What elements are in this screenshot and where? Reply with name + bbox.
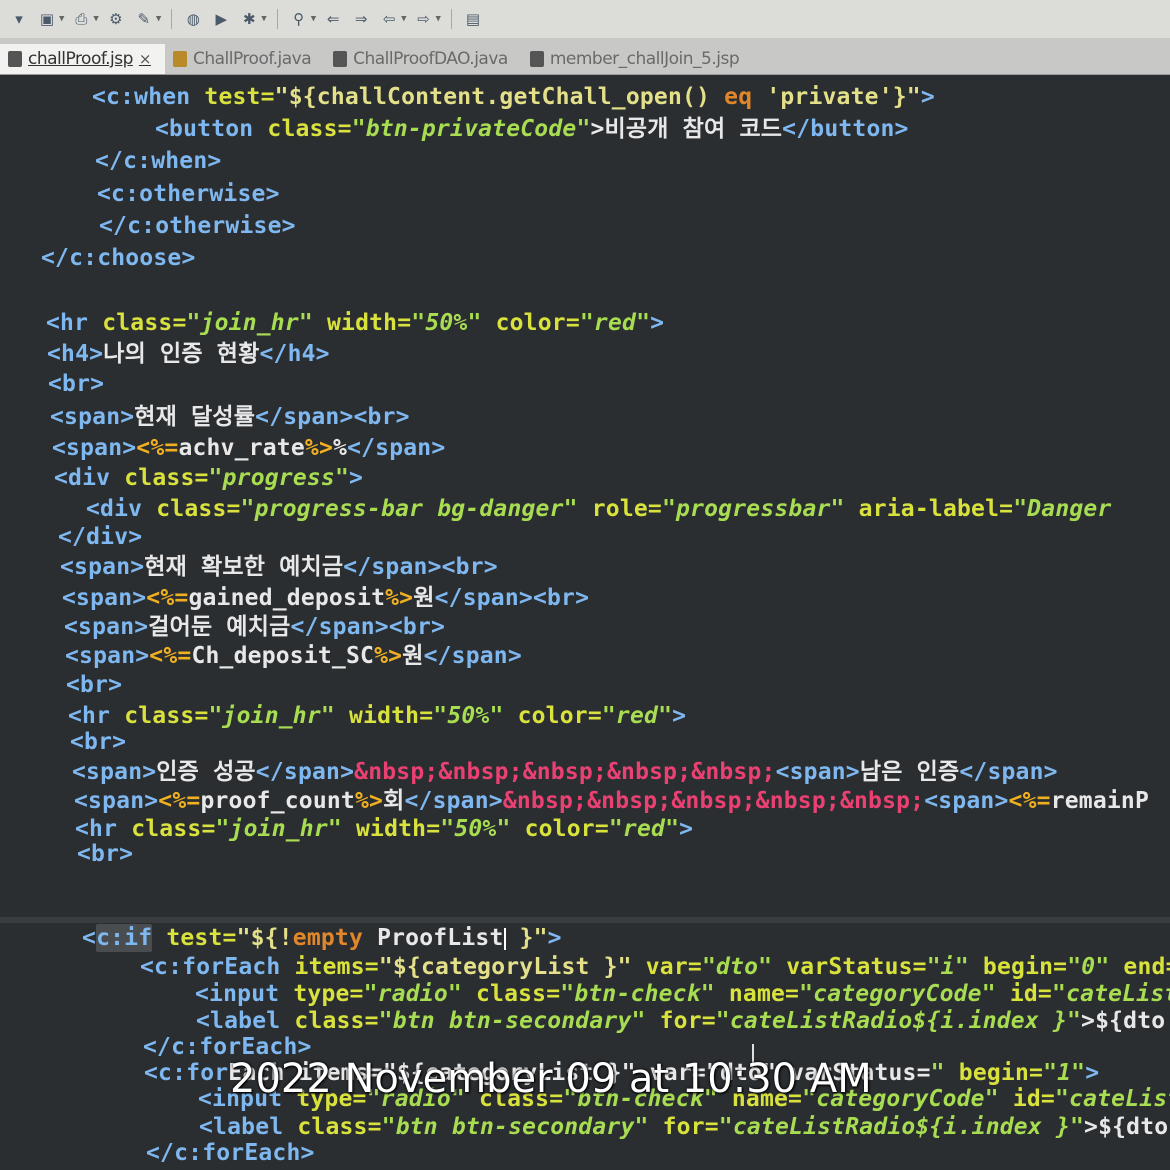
code-line: <h4>나의 인증 현황</h4> <box>47 341 330 367</box>
settings-icon[interactable]: ⚙ <box>105 8 127 30</box>
tab-challproof-java[interactable]: ChallProof.java <box>165 44 325 74</box>
pen-icon[interactable]: ✎ <box>133 8 155 30</box>
jsp-file-icon <box>8 51 22 67</box>
back-icon[interactable]: ⇐ <box>322 8 344 30</box>
dropdown-arrow-icon[interactable]: ▼ <box>311 14 316 24</box>
code-line: <c:otherwise> <box>97 181 280 207</box>
tab-challproofdao-java[interactable]: ChallProofDAO.java <box>325 44 522 74</box>
code-line: </c:choose> <box>41 245 196 271</box>
code-line: </c:otherwise> <box>99 213 296 239</box>
code-line: <br> <box>77 841 134 867</box>
forward-icon[interactable]: ⇒ <box>350 8 372 30</box>
dropdown-arrow-icon[interactable]: ▼ <box>261 14 266 24</box>
code-line: <span><%=gained_deposit%>원</span><br> <box>62 585 590 611</box>
nav-right-icon[interactable]: ⇨ <box>413 8 435 30</box>
toolbar-separator <box>276 9 278 29</box>
debug-icon[interactable]: ✱ <box>238 8 260 30</box>
code-line: <div class="progress"> <box>54 465 364 491</box>
code-line: <hr class="join_hr" width="50%" color="r… <box>75 816 694 842</box>
current-line-highlight <box>0 917 1170 923</box>
code-editor[interactable]: <c:when test="${challContent.getChall_op… <box>0 75 1170 1170</box>
toolbar-separator <box>450 9 452 29</box>
code-line: <br> <box>48 371 105 397</box>
code-line: <span>걸어둔 예치금</span><br> <box>64 614 446 640</box>
tab-label: ChallProofDAO.java <box>353 49 508 69</box>
dropdown-arrow-icon[interactable]: ▼ <box>401 14 406 24</box>
code-line: <span>현재 확보한 예치금</span><br> <box>60 554 498 580</box>
tab-challproof-jsp[interactable]: challProof.jsp × <box>0 44 165 74</box>
dropdown-arrow-icon[interactable]: ▼ <box>436 14 441 24</box>
code-line: <hr class="join_hr" width="50%" color="r… <box>46 310 665 336</box>
code-line: <br> <box>70 729 127 755</box>
toolbar-separator <box>171 9 173 29</box>
search-icon[interactable]: ⚲ <box>288 8 310 30</box>
tab-member-challjoin-jsp[interactable]: member_challJoin_5.jsp <box>522 44 753 74</box>
nav-left-icon[interactable]: ⇦ <box>378 8 400 30</box>
jsp-file-icon <box>333 51 348 67</box>
new-icon[interactable]: ▾ <box>8 8 30 30</box>
toolbar: ▾ ▣ ▼ ⎙ ▼ ⚙ ✎ ▼ ◍ ▶ ✱ ▼ ⚲ ▼ ⇐ ⇒ ⇦ ▼ ⇨ ▼ … <box>0 0 1170 38</box>
code-line: </c:when> <box>95 148 222 174</box>
close-icon[interactable]: × <box>139 50 152 68</box>
photo-timestamp-overlay: 2022 November 09 at 10:30 AM <box>230 1056 872 1102</box>
code-line: <span>현재 달성률</span><br> <box>50 404 410 430</box>
globe-icon[interactable]: ◍ <box>182 8 204 30</box>
code-line: <span><%=achv_rate%>%</span> <box>52 435 446 461</box>
jsp-file-icon <box>529 51 544 67</box>
code-line: <label class="btn btn-secondary" for="ca… <box>199 1114 1170 1140</box>
tab-label: challProof.jsp <box>28 49 133 69</box>
code-line: </div> <box>58 524 143 550</box>
java-file-icon <box>172 51 187 67</box>
tab-label: ChallProof.java <box>192 49 312 69</box>
code-line: <hr class="join_hr" width="50%" color="r… <box>68 703 687 729</box>
code-line-current: <c:if test="${!empty ProofList }"> <box>82 924 562 952</box>
window-icon[interactable]: ▤ <box>462 8 484 30</box>
code-line: <button class="btn-privateCode">비공개 참여 코… <box>155 116 909 142</box>
dropdown-arrow-icon[interactable]: ▼ <box>93 14 98 24</box>
code-line: </c:forEach> <box>146 1140 315 1166</box>
code-line: <span><%=Ch_deposit_SC%>원</span> <box>65 643 522 669</box>
code-line: <c:forEach items="${categoryList }" var=… <box>140 954 1170 980</box>
code-line: <span><%=proof_count%>회</span>&nbsp;&nbs… <box>74 788 1150 814</box>
code-line: <div class="progress-bar bg-danger" role… <box>86 496 1112 522</box>
code-line: <c:when test="${challContent.getChall_op… <box>92 84 935 110</box>
dropdown-arrow-icon[interactable]: ▼ <box>156 14 161 24</box>
run-icon[interactable]: ▶ <box>210 8 232 30</box>
editor-tab-bar: challProof.jsp × ChallProof.java ChallPr… <box>0 38 1170 75</box>
code-line: <label class="btn btn-secondary" for="ca… <box>196 1008 1170 1034</box>
dropdown-arrow-icon[interactable]: ▼ <box>59 14 64 24</box>
code-line: <span>인증 성공</span>&nbsp;&nbsp;&nbsp;&nbs… <box>72 759 1058 785</box>
print-icon[interactable]: ⎙ <box>70 8 92 30</box>
tab-label: member_challJoin_5.jsp <box>549 49 740 69</box>
code-line: <input type="radio" class="btn-check" na… <box>195 981 1170 1007</box>
save-icon[interactable]: ▣ <box>36 8 58 30</box>
code-line: <br> <box>66 672 123 698</box>
